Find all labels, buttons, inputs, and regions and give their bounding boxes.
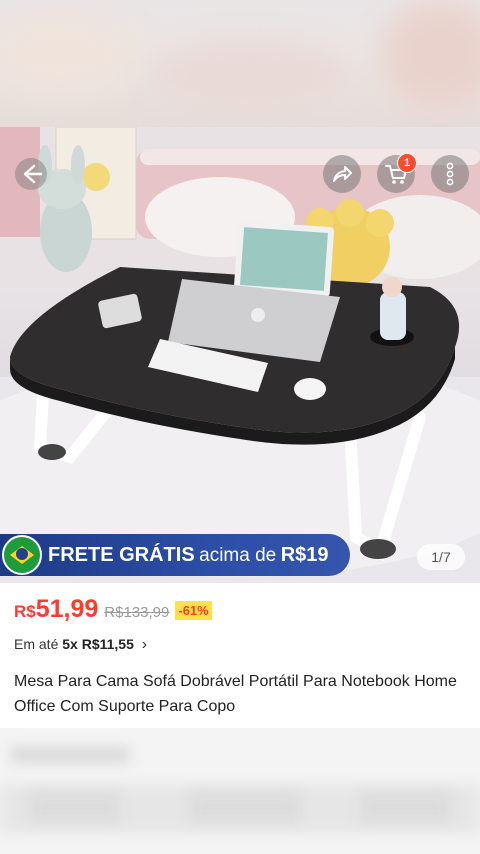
share-icon <box>333 166 352 182</box>
cart-count-badge: 1 <box>397 153 417 173</box>
installment-link[interactable]: Em até 5x R$11,55 › <box>14 636 147 654</box>
discount-badge: -61% <box>175 601 212 620</box>
free-shipping-condition: acima de <box>199 544 277 566</box>
free-shipping-label: FRETE GRÁTIS <box>48 543 195 566</box>
back-arrow-icon <box>15 158 47 190</box>
share-button[interactable] <box>323 155 361 193</box>
gallery-page-indicator: 1/7 <box>417 544 465 570</box>
free-shipping-banner: FRETE GRÁTIS acima de R$19 <box>0 534 350 576</box>
product-image[interactable] <box>0 127 480 583</box>
free-shipping-threshold: R$19 <box>280 543 329 566</box>
installment-prefix: Em até <box>14 636 63 652</box>
back-button[interactable] <box>12 155 50 193</box>
more-options-button[interactable] <box>431 155 469 193</box>
original-price: R$133,99 <box>104 604 170 621</box>
price-row: R$ 51,99 R$133,99 -61% <box>14 595 212 624</box>
more-vertical-icon <box>446 162 454 186</box>
free-shipping-text: FRETE GRÁTIS acima de R$19 <box>48 544 329 567</box>
price-currency: R$ <box>14 602 36 621</box>
product-title: Mesa Para Cama Sofá Dobrável Portátil Pa… <box>14 673 457 715</box>
product-info-card: R$ 51,99 R$133,99 -61% Em até 5x R$11,55… <box>0 583 480 728</box>
brazil-flag-icon <box>2 535 42 575</box>
blurred-top-backdrop <box>0 0 480 127</box>
blurred-bottom-section <box>0 728 480 854</box>
current-price: 51,99 <box>35 595 99 623</box>
product-photo-illustration <box>0 127 480 583</box>
chevron-right-icon: › <box>141 636 148 653</box>
installment-value: 5x R$11,55 <box>62 636 134 652</box>
